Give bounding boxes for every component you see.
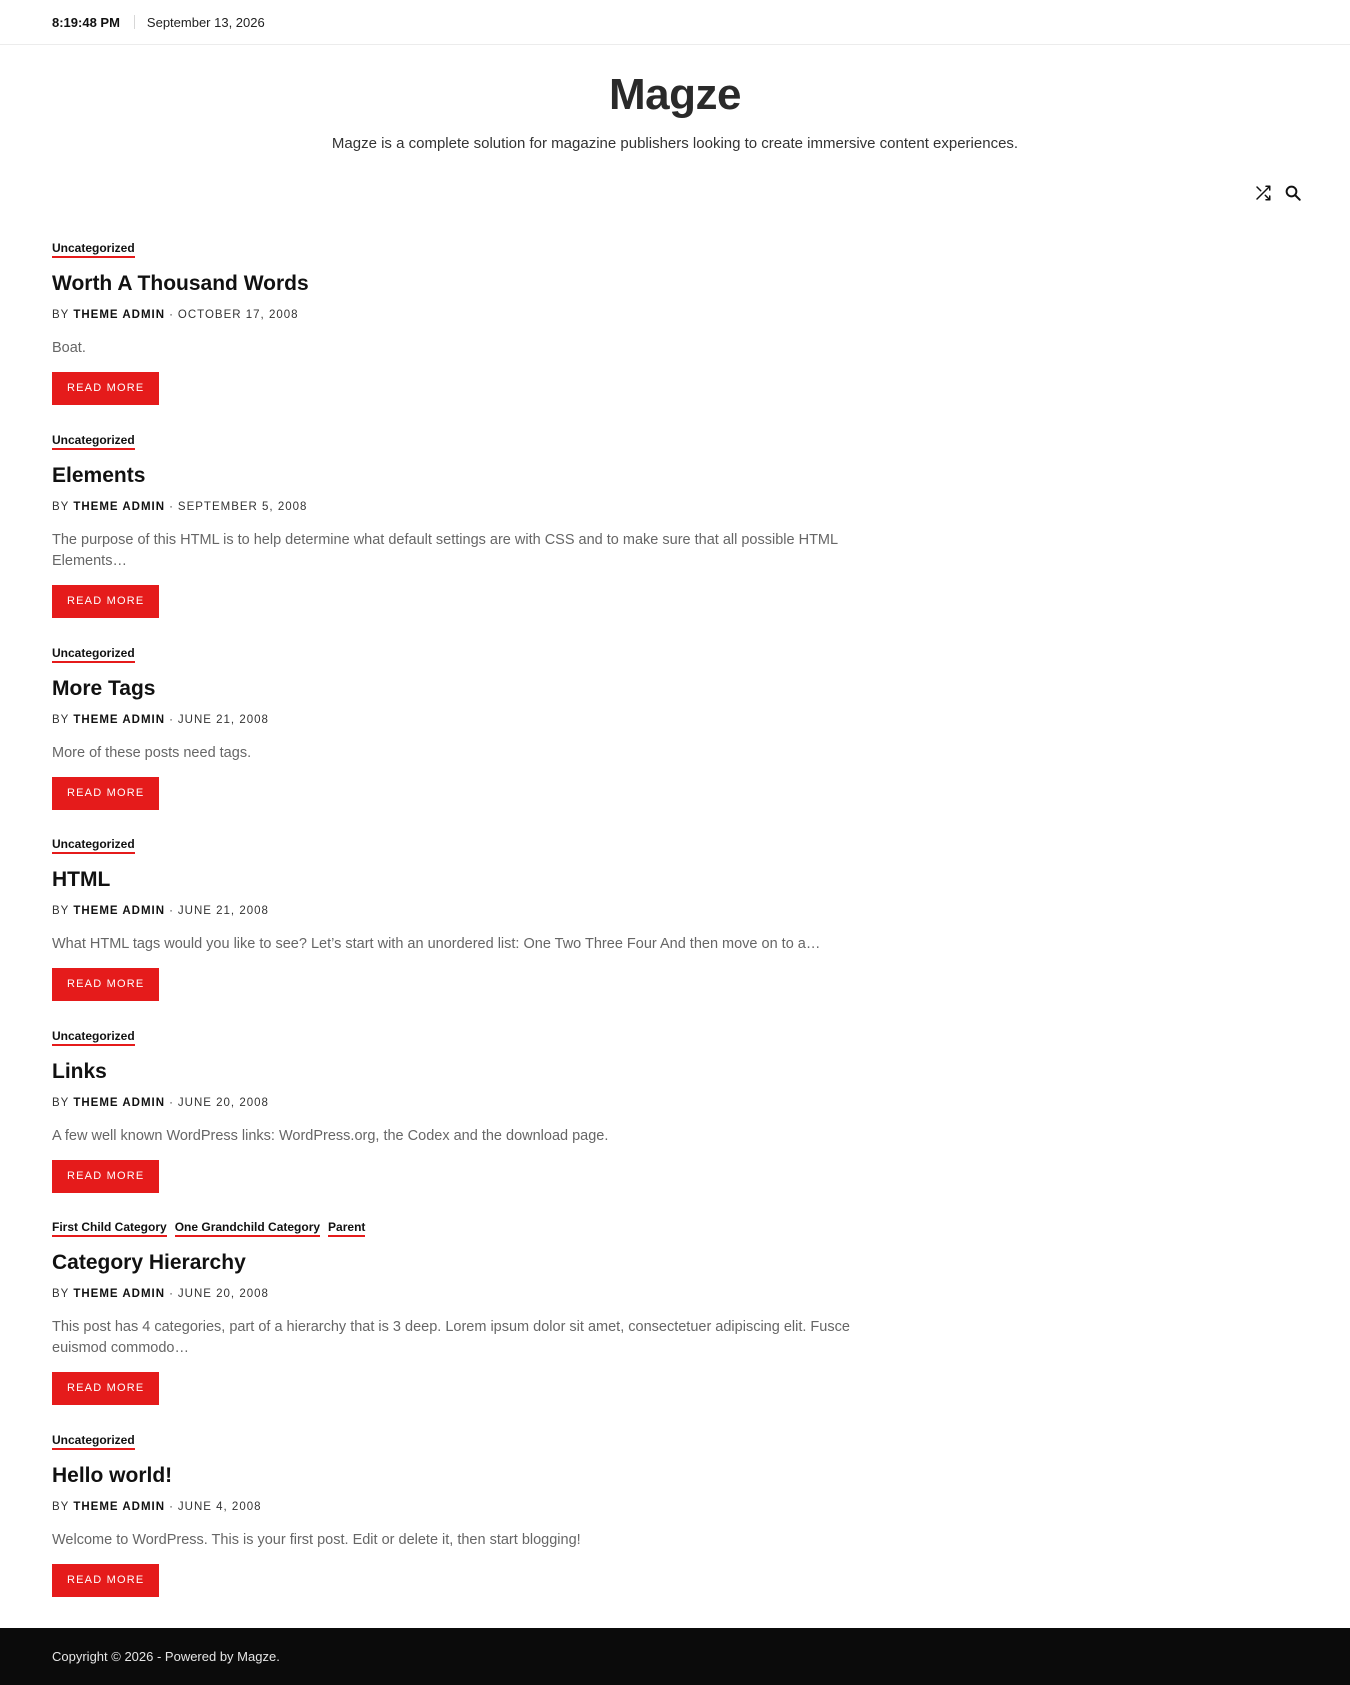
top-bar-divider (133, 15, 135, 29)
post-author[interactable]: THEME ADMIN (73, 714, 165, 726)
read-more-button[interactable]: READ MORE (52, 1372, 160, 1405)
post-meta: BY THEME ADMIN · JUNE 21, 2008 (52, 713, 882, 727)
meta-dot: · (169, 905, 174, 917)
post-meta: BY THEME ADMIN · JUNE 20, 2008 (52, 1287, 882, 1301)
footer-copyright: Copyright © 2026 - Powered by Magze. (52, 1649, 280, 1664)
top-bar: 8:19:48 PM September 13, 2026 (0, 0, 1350, 45)
post-excerpt: This post has 4 categories, part of a hi… (52, 1319, 850, 1356)
post-author[interactable]: THEME ADMIN (73, 905, 165, 917)
meta-by: BY (52, 713, 70, 726)
post-author[interactable]: THEME ADMIN (73, 1501, 165, 1513)
post-categories: First Child Category One Grandchild Cate… (52, 1221, 882, 1237)
post-categories: Uncategorized (52, 242, 882, 258)
post-date[interactable]: SEPTEMBER 5, 2008 (178, 501, 308, 513)
category-link[interactable]: Uncategorized (52, 838, 135, 854)
post-categories: Uncategorized (52, 646, 882, 663)
current-date: September 13, 2026 (146, 14, 265, 30)
post-author[interactable]: THEME ADMIN (73, 1288, 165, 1300)
meta-by: BY (52, 905, 70, 917)
read-more-button[interactable]: READ MORE (52, 776, 160, 810)
shuffle-icon[interactable] (1254, 184, 1272, 202)
read-more-button[interactable]: READ MORE (52, 1159, 160, 1193)
post-date[interactable]: JUNE 21, 2008 (178, 714, 269, 726)
post-excerpt: Welcome to WordPress. This is your first… (52, 1532, 581, 1548)
category-link[interactable]: Parent (328, 1221, 366, 1237)
post-excerpt: Boat. (52, 340, 86, 356)
meta-dot: · (169, 1096, 174, 1109)
post-author[interactable]: THEME ADMIN (73, 501, 165, 513)
post-item: Uncategorized Worth A Thousand Words BY … (52, 242, 882, 434)
category-link[interactable]: Uncategorized (52, 646, 135, 663)
post-categories: Uncategorized (52, 1434, 882, 1450)
post-categories: Uncategorized (52, 1029, 882, 1046)
post-item: Uncategorized Hello world! BY THEME ADMI… (52, 1434, 882, 1626)
category-link[interactable]: One Grandchild Category (174, 1221, 321, 1237)
post-date[interactable]: JUNE 20, 2008 (178, 1097, 269, 1109)
post-item: Uncategorized Elements BY THEME ADMIN · SE… (52, 433, 882, 647)
meta-dot: · (169, 1501, 174, 1513)
post-title[interactable]: Hello world! (52, 1463, 882, 1489)
category-link[interactable]: Uncategorized (52, 242, 135, 258)
post-meta: BY THEME ADMIN · JUNE 21, 2008 (52, 904, 882, 918)
meta-dot: · (169, 713, 174, 726)
meta-dot: · (169, 500, 174, 513)
category-link[interactable]: Uncategorized (52, 1434, 135, 1450)
post-categories: Uncategorized (52, 838, 882, 854)
meta-by: BY (52, 500, 70, 513)
post-date[interactable]: OCTOBER 17, 2008 (178, 309, 299, 321)
meta-dot: · (169, 309, 174, 321)
post-item: Uncategorized HTML BY THEME ADMIN · JUNE 2… (52, 838, 882, 1030)
meta-by: BY (52, 1096, 70, 1109)
site-header: Magze Magze is a complete solution for m… (0, 45, 1350, 152)
post-item: Uncategorized More Tags BY THEME ADMIN · J… (52, 646, 882, 839)
post-date[interactable]: JUNE 20, 2008 (178, 1288, 269, 1300)
post-author[interactable]: THEME ADMIN (73, 309, 165, 321)
post-meta: BY THEME ADMIN · OCTOBER 17, 2008 (52, 308, 882, 322)
read-more-button[interactable]: READ MORE (52, 372, 160, 405)
read-more-button[interactable]: READ MORE (52, 1564, 160, 1597)
post-title[interactable]: Category Hierarchy (52, 1250, 882, 1276)
post-title[interactable]: Links (52, 1059, 882, 1085)
post-meta: BY THEME ADMIN · SEPTEMBER 5, 2008 (52, 500, 882, 514)
meta-by: BY (52, 1288, 70, 1300)
category-link[interactable]: Uncategorized (52, 433, 135, 450)
header-actions (1254, 184, 1302, 202)
site-title[interactable]: Magze (0, 70, 1350, 119)
category-link[interactable]: Uncategorized (52, 1029, 135, 1046)
current-time: 8:19:48 PM (52, 14, 120, 30)
post-date[interactable]: JUNE 21, 2008 (178, 905, 269, 917)
post-excerpt: What HTML tags would you like to see? Le… (52, 936, 821, 952)
meta-dot: · (169, 1288, 174, 1300)
post-excerpt: A few well known WordPress links: WordPr… (52, 1127, 609, 1144)
search-icon[interactable] (1284, 184, 1302, 202)
post-excerpt: More of these posts need tags. (52, 744, 252, 761)
post-title[interactable]: HTML (52, 867, 882, 893)
post-title[interactable]: Worth A Thousand Words (52, 271, 882, 297)
post-list: Uncategorized Worth A Thousand Words BY … (52, 242, 882, 1626)
post-item: Uncategorized Links BY THEME ADMIN · JUNE … (52, 1029, 882, 1222)
post-excerpt: The purpose of this HTML is to help dete… (52, 531, 838, 569)
site-footer: Copyright © 2026 - Powered by Magze. (0, 1628, 1350, 1685)
post-title[interactable]: Elements (52, 463, 882, 489)
post-item: First Child Category One Grandchild Cate… (52, 1221, 882, 1434)
site-tagline: Magze is a complete solution for magazin… (331, 135, 1019, 153)
post-date[interactable]: JUNE 4, 2008 (178, 1501, 262, 1513)
post-categories: Uncategorized (52, 433, 882, 450)
post-meta: BY THEME ADMIN · JUNE 20, 2008 (52, 1096, 882, 1110)
post-title[interactable]: More Tags (52, 676, 882, 702)
read-more-button[interactable]: READ MORE (52, 584, 160, 618)
read-more-button[interactable]: READ MORE (52, 968, 160, 1001)
meta-by: BY (52, 309, 70, 321)
post-author[interactable]: THEME ADMIN (73, 1097, 165, 1109)
category-link[interactable]: First Child Category (52, 1221, 167, 1237)
meta-by: BY (52, 1501, 70, 1513)
post-meta: BY THEME ADMIN · JUNE 4, 2008 (52, 1500, 882, 1514)
